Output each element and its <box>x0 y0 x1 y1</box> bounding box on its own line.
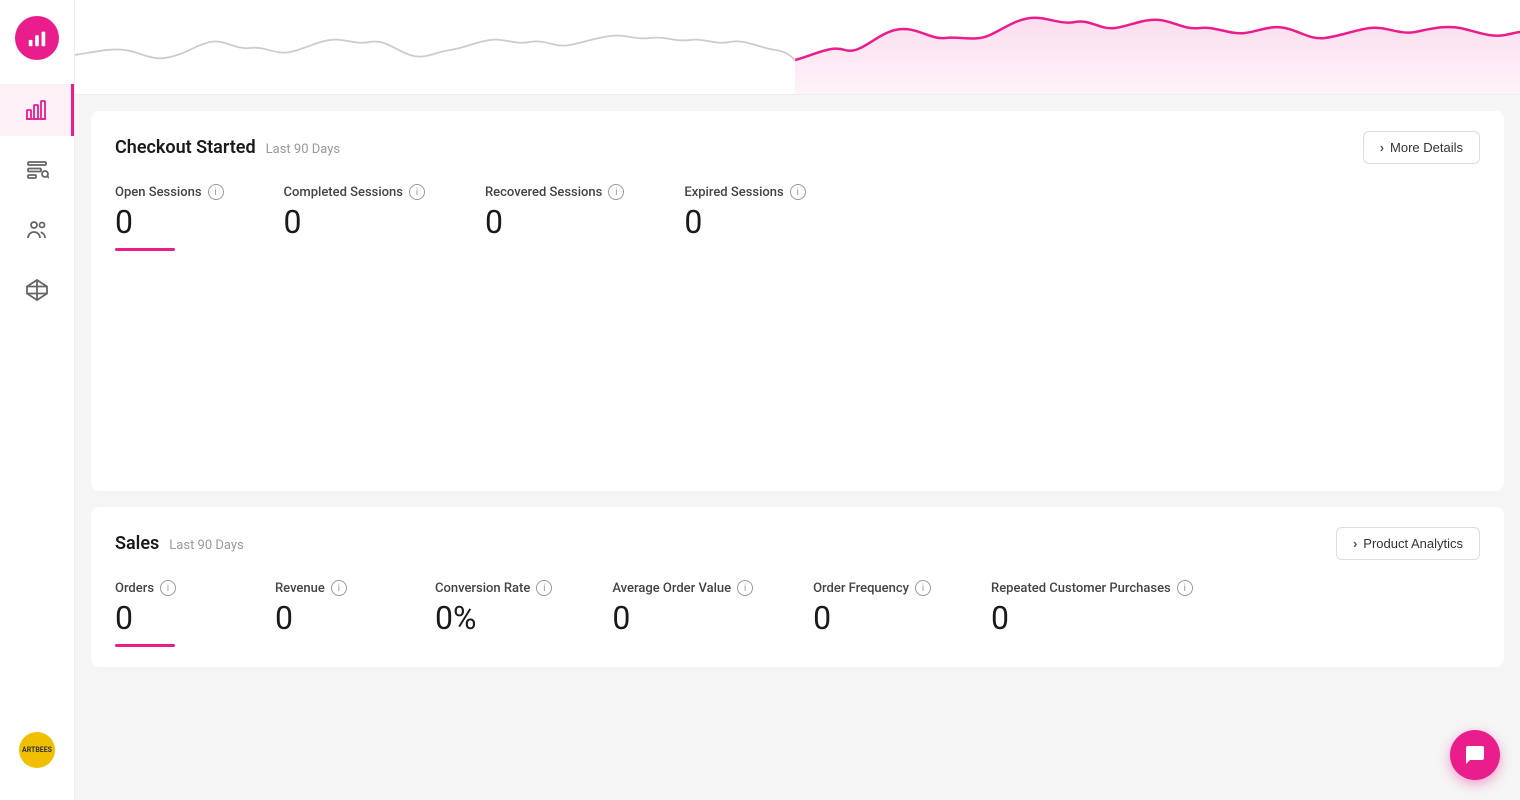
stat-conversion-rate: Conversion Rate i 0% <box>435 580 552 634</box>
sidebar-bottom: ARTBEES <box>19 732 55 784</box>
stat-orders-value: 0 <box>115 602 215 634</box>
orders-info-icon[interactable]: i <box>160 580 176 596</box>
stat-repeated-label: Repeated Customer Purchases <box>991 581 1171 596</box>
stat-repeated-label-row: Repeated Customer Purchases i <box>991 580 1193 596</box>
product-analytics-button[interactable]: › Product Analytics <box>1336 527 1480 560</box>
stat-revenue-label: Revenue <box>275 581 325 596</box>
top-chart-area <box>75 0 1520 95</box>
products-icon <box>25 278 49 302</box>
more-details-button[interactable]: › More Details <box>1363 131 1480 164</box>
segments-icon <box>25 158 49 182</box>
stat-recovered-sessions: Recovered Sessions i 0 <box>485 184 624 238</box>
stat-completed-label-row: Completed Sessions i <box>284 184 425 200</box>
conversion-info-icon[interactable]: i <box>536 580 552 596</box>
stat-open-value: 0 <box>115 206 224 238</box>
avatar-text: ARTBEES <box>22 746 52 754</box>
stat-open-label-row: Open Sessions i <box>115 184 224 200</box>
sidebar-item-analytics[interactable] <box>0 84 74 136</box>
stat-orders: Orders i 0 <box>115 580 215 647</box>
sidebar-item-segments[interactable] <box>0 144 74 196</box>
more-details-label: More Details <box>1390 140 1463 155</box>
stat-recovered-label: Recovered Sessions <box>485 185 602 200</box>
orders-underline <box>115 644 175 647</box>
stat-expired-sessions: Expired Sessions i 0 <box>684 184 805 238</box>
stat-repeated-purchases: Repeated Customer Purchases i 0 <box>991 580 1193 634</box>
logo-icon <box>26 27 48 49</box>
sales-header: Sales Last 90 Days › Product Analytics <box>115 527 1480 560</box>
stat-completed-sessions: Completed Sessions i 0 <box>284 184 425 238</box>
sales-stats-row: Orders i 0 Revenue i 0 Conversion Rate i <box>115 580 1480 647</box>
checkout-header: Checkout Started Last 90 Days › More Det… <box>115 131 1480 164</box>
chat-button[interactable] <box>1450 730 1500 780</box>
repeated-info-icon[interactable]: i <box>1177 580 1193 596</box>
main-content: Checkout Started Last 90 Days › More Det… <box>75 0 1520 800</box>
revenue-info-icon[interactable]: i <box>331 580 347 596</box>
stat-expired-label-row: Expired Sessions i <box>684 184 805 200</box>
sidebar-item-products[interactable] <box>0 264 74 316</box>
stat-conversion-label: Conversion Rate <box>435 581 530 596</box>
stat-expired-label: Expired Sessions <box>684 185 783 200</box>
sidebar-nav <box>0 84 74 316</box>
stat-avg-order-value: Average Order Value i 0 <box>612 580 753 634</box>
stat-revenue-value: 0 <box>275 602 375 634</box>
stat-orders-label-row: Orders i <box>115 580 215 596</box>
stat-completed-value: 0 <box>284 206 425 238</box>
stat-recovered-value: 0 <box>485 206 624 238</box>
logo-button[interactable] <box>15 16 59 60</box>
stat-conversion-value: 0% <box>435 602 552 634</box>
stat-order-frequency: Order Frequency i 0 <box>813 580 931 634</box>
stat-revenue: Revenue i 0 <box>275 580 375 634</box>
stat-recovered-label-row: Recovered Sessions i <box>485 184 624 200</box>
expired-sessions-info-icon[interactable]: i <box>790 184 806 200</box>
stat-freq-label: Order Frequency <box>813 581 909 596</box>
product-analytics-label: Product Analytics <box>1363 536 1463 551</box>
checkout-subtitle: Last 90 Days <box>266 142 340 157</box>
stat-open-sessions: Open Sessions i 0 <box>115 184 224 251</box>
sidebar: ARTBEES <box>0 0 75 800</box>
sales-title-group: Sales Last 90 Days <box>115 533 244 554</box>
checkout-title-group: Checkout Started Last 90 Days <box>115 137 340 158</box>
aov-info-icon[interactable]: i <box>737 580 753 596</box>
stat-open-label: Open Sessions <box>115 185 202 200</box>
open-sessions-info-icon[interactable]: i <box>208 184 224 200</box>
stat-aov-value: 0 <box>612 602 753 634</box>
sales-section: Sales Last 90 Days › Product Analytics O… <box>91 507 1504 667</box>
freq-info-icon[interactable]: i <box>915 580 931 596</box>
checkout-section: Checkout Started Last 90 Days › More Det… <box>91 111 1504 491</box>
stat-freq-value: 0 <box>813 602 931 634</box>
stat-repeated-value: 0 <box>991 602 1193 634</box>
chat-icon <box>1463 743 1487 767</box>
checkout-stats-row: Open Sessions i 0 Completed Sessions i 0… <box>115 184 1480 251</box>
sales-title: Sales <box>115 533 159 554</box>
sidebar-item-audience[interactable] <box>0 204 74 256</box>
stat-expired-value: 0 <box>684 206 805 238</box>
product-analytics-chevron-icon: › <box>1353 536 1357 551</box>
stat-orders-label: Orders <box>115 581 154 596</box>
top-chart-svg <box>75 0 1520 95</box>
stat-aov-label: Average Order Value <box>612 581 731 596</box>
open-sessions-underline <box>115 248 175 251</box>
completed-sessions-info-icon[interactable]: i <box>409 184 425 200</box>
checkout-title: Checkout Started <box>115 137 256 158</box>
sales-subtitle: Last 90 Days <box>169 538 243 553</box>
bar-chart-icon <box>24 98 48 122</box>
stat-aov-label-row: Average Order Value i <box>612 580 753 596</box>
stat-revenue-label-row: Revenue i <box>275 580 375 596</box>
stat-freq-label-row: Order Frequency i <box>813 580 931 596</box>
audience-icon <box>25 218 49 242</box>
recovered-sessions-info-icon[interactable]: i <box>608 184 624 200</box>
stat-conversion-label-row: Conversion Rate i <box>435 580 552 596</box>
stat-completed-label: Completed Sessions <box>284 185 403 200</box>
chevron-right-icon: › <box>1380 140 1384 155</box>
avatar[interactable]: ARTBEES <box>19 732 55 768</box>
